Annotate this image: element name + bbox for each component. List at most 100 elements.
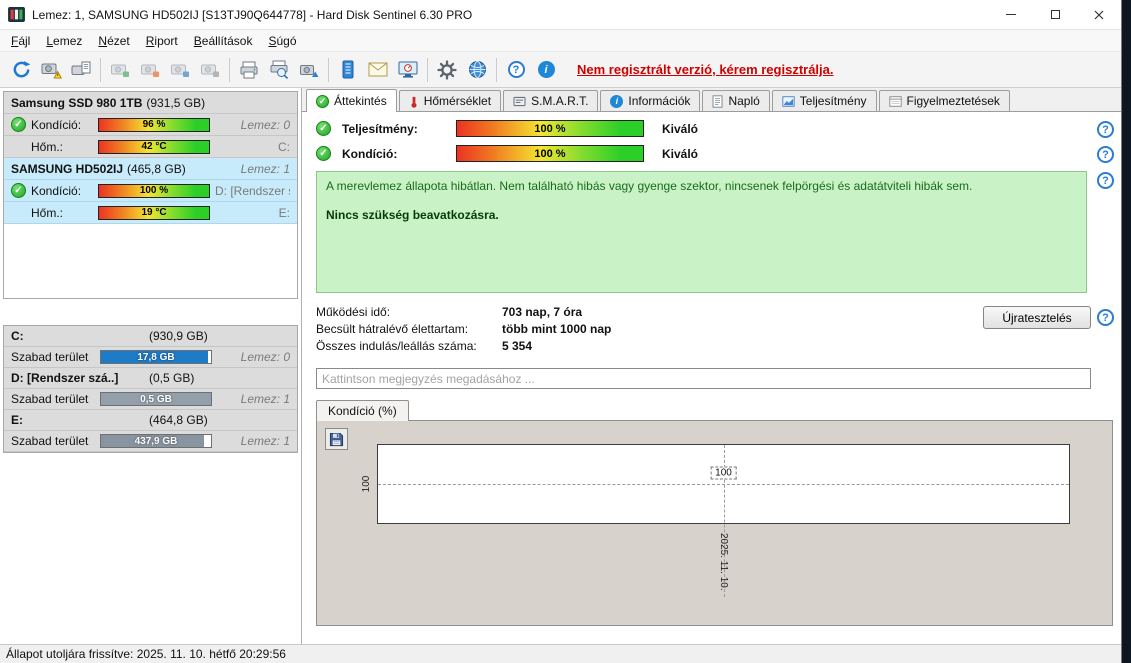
- partition-entry-c[interactable]: C: (930,9 GB) Szabad terület 17,8 GB Lem…: [4, 326, 297, 368]
- comment-input[interactable]: [316, 368, 1091, 389]
- disk-test-4-button[interactable]: [195, 56, 225, 84]
- disk-entry-hd502ij[interactable]: SAMSUNG HD502IJ (465,8 GB) Lemez: 1 Kond…: [4, 158, 297, 224]
- health-bar: 96 %: [98, 117, 210, 132]
- health-ok-icon: [11, 183, 26, 198]
- gear-icon: [437, 59, 457, 80]
- help-icon[interactable]: [1097, 146, 1114, 163]
- export-button[interactable]: [294, 56, 324, 84]
- help-icon[interactable]: [1097, 172, 1114, 189]
- log-page-icon: [712, 94, 723, 108]
- menu-nezet[interactable]: Nézet: [90, 31, 137, 51]
- partition-entry-e[interactable]: E: (464,8 GB) Szabad terület 437,9 GB Le…: [4, 410, 297, 452]
- smart-attributes-icon: [513, 96, 526, 106]
- tab-naplo[interactable]: Napló: [702, 90, 770, 111]
- tab-bar: Áttekintés Hőmérséklet S.M.A.R.T. Inform…: [302, 88, 1121, 112]
- menu-lemez[interactable]: Lemez: [38, 31, 90, 51]
- maximize-icon: [1050, 10, 1060, 19]
- menu-sugo[interactable]: Súgó: [260, 31, 304, 51]
- disk-size: (931,5 GB): [146, 95, 206, 110]
- temperature-bar: 42 °C: [98, 139, 210, 154]
- disk-name: Samsung SSD 980 1TB: [11, 95, 143, 110]
- email-button[interactable]: [363, 56, 393, 84]
- free-space-label: Szabad terület: [11, 434, 89, 448]
- alerts-window-icon: [888, 95, 902, 107]
- health-rating: Kiváló: [662, 146, 699, 161]
- hard-disk-sentinel-window: Lemez: 1, SAMSUNG HD502IJ [S13TJ90Q64477…: [0, 0, 1131, 663]
- status-text: A merevlemez állapota hibátlan. Nem talá…: [326, 179, 973, 193]
- disk-size: (465,8 GB): [127, 161, 186, 176]
- info-button[interactable]: [531, 56, 561, 84]
- disk-entry-ssd980[interactable]: Samsung SSD 980 1TB (931,5 GB) Kondíció:…: [4, 92, 297, 158]
- settings-button[interactable]: [432, 56, 462, 84]
- stats-section: Működési idő: 703 nap, 7 óra Becsült hátr…: [302, 304, 1121, 355]
- stat-label: Becsült hátralévő élettartam:: [316, 322, 469, 336]
- tab-teljesitmeny[interactable]: Teljesítmény: [771, 90, 877, 111]
- maximize-button[interactable]: [1033, 0, 1077, 29]
- tab-figyelmeztetesek[interactable]: Figyelmeztetések: [878, 90, 1010, 111]
- remote-monitor-button[interactable]: [393, 56, 423, 84]
- free-space-bar: 17,8 GB: [100, 350, 212, 364]
- save-chart-button[interactable]: [325, 428, 348, 450]
- tab-informaciok[interactable]: Információk: [600, 90, 701, 111]
- disk-number: Lemez: 0: [240, 117, 290, 132]
- performance-ok-icon: [316, 121, 331, 136]
- temperature-button[interactable]: [333, 56, 363, 84]
- health-ok-icon: [11, 117, 26, 132]
- minimize-button[interactable]: [989, 0, 1033, 29]
- chart-tab-kondicio[interactable]: Kondíció (%): [316, 400, 409, 421]
- disk-analyse-button[interactable]: [36, 56, 66, 84]
- print-button[interactable]: [234, 56, 264, 84]
- free-space-bar: 437,9 GB: [100, 434, 212, 448]
- help-icon[interactable]: [1097, 309, 1114, 326]
- disk-test-1-icon: [111, 64, 129, 77]
- partition-name: C:: [11, 329, 24, 343]
- disk-number: Lemez: 1: [240, 161, 290, 176]
- report-button[interactable]: [66, 56, 96, 84]
- temperature-row: Hőm.: 42 °C C:: [4, 136, 297, 158]
- stat-label: Összes indulás/leállás száma:: [316, 339, 477, 353]
- email-icon: [368, 62, 388, 77]
- menu-bar: Fájl Lemez Nézet Riport Beállítások Súgó: [0, 30, 1121, 52]
- register-notice-link[interactable]: Nem regisztrált verzió, kérem regisztrál…: [577, 62, 834, 77]
- disk-name: SAMSUNG HD502IJ: [11, 161, 124, 176]
- partition-name: D: [Rendszer szá..]: [11, 371, 119, 385]
- tab-label: Teljesítmény: [799, 94, 867, 108]
- disk-test-2-button[interactable]: [135, 56, 165, 84]
- free-space-bar: 0,5 GB: [100, 392, 212, 406]
- status-bar: Állapot utoljára frissítve: 2025. 11. 10…: [0, 644, 1121, 663]
- partition-header[interactable]: E: (464,8 GB): [4, 410, 297, 431]
- tab-label: Figyelmeztetések: [906, 94, 1000, 108]
- help-button[interactable]: [501, 56, 531, 84]
- partition-header[interactable]: C: (930,9 GB): [4, 326, 297, 347]
- tab-label: Áttekintés: [334, 94, 387, 108]
- disk-number: Lemez: 1: [240, 392, 290, 406]
- disk-test-4-icon: [201, 64, 219, 77]
- disk-test-3-button[interactable]: [165, 56, 195, 84]
- disk-header[interactable]: SAMSUNG HD502IJ (465,8 GB) Lemez: 1: [4, 158, 297, 180]
- app-icon[interactable]: [8, 7, 25, 22]
- partition-entry-d[interactable]: D: [Rendszer szá..] (0,5 GB) Szabad terü…: [4, 368, 297, 410]
- print-preview-button[interactable]: [264, 56, 294, 84]
- disk-test-1-button[interactable]: [105, 56, 135, 84]
- info-icon: [537, 61, 555, 78]
- menu-beallitasok[interactable]: Beállítások: [186, 31, 261, 51]
- disk-header[interactable]: Samsung SSD 980 1TB (931,5 GB): [4, 92, 297, 114]
- close-button[interactable]: [1077, 0, 1121, 29]
- partition-size: (930,9 GB): [149, 329, 208, 343]
- help-icon[interactable]: [1097, 121, 1114, 138]
- online-button[interactable]: [462, 56, 492, 84]
- tab-homerseklet[interactable]: Hőmérséklet: [398, 90, 502, 111]
- tab-label: S.M.A.R.T.: [531, 94, 589, 108]
- performance-chart-icon: [782, 95, 795, 107]
- refresh-button[interactable]: [6, 56, 36, 84]
- retest-button[interactable]: Újratesztelés: [983, 306, 1091, 329]
- tab-smart[interactable]: S.M.A.R.T.: [503, 90, 599, 111]
- title-bar[interactable]: Lemez: 1, SAMSUNG HD502IJ [S13TJ90Q64477…: [0, 0, 1121, 30]
- tab-attekintes[interactable]: Áttekintés: [306, 89, 397, 112]
- menu-riport[interactable]: Riport: [138, 31, 186, 51]
- partition-header[interactable]: D: [Rendszer szá..] (0,5 GB): [4, 368, 297, 389]
- performance-bar: 100 %: [456, 120, 644, 137]
- health-label: Kondíció:: [342, 146, 398, 161]
- close-icon: [1094, 10, 1104, 19]
- menu-fajl[interactable]: Fájl: [3, 31, 38, 51]
